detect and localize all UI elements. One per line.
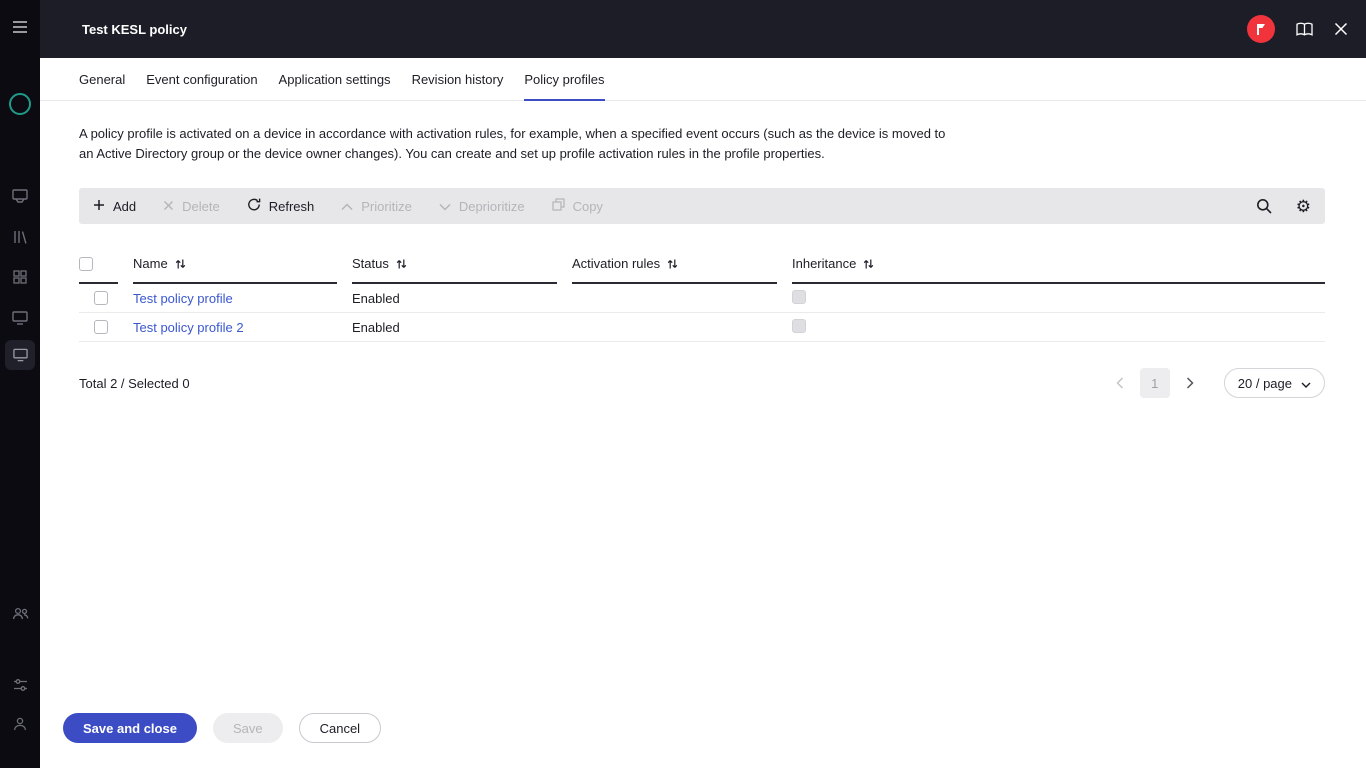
profile-status: Enabled <box>352 320 400 335</box>
column-header-name[interactable]: Name <box>133 248 337 284</box>
column-header-status[interactable]: Status <box>352 248 557 284</box>
help-book-icon[interactable] <box>1295 22 1314 37</box>
pagination: 1 20 / page <box>1108 368 1325 398</box>
tab-general[interactable]: General <box>79 58 125 100</box>
inheritance-checkbox <box>792 290 806 304</box>
table-header-row: Name Status Activation rules Inheri <box>79 248 1325 284</box>
console-settings-icon[interactable] <box>0 678 40 692</box>
chevron-down-icon <box>1301 376 1311 391</box>
dialog-actions: Save and close Save Cancel <box>40 713 1366 768</box>
selection-summary: Total 2 / Selected 0 <box>79 376 190 391</box>
column-header-activation-rules[interactable]: Activation rules <box>572 248 777 284</box>
row-checkbox[interactable] <box>94 291 108 305</box>
refresh-button[interactable]: Refresh <box>247 198 315 214</box>
sort-icon <box>175 258 186 270</box>
active-nav-item[interactable] <box>5 340 35 370</box>
delete-button[interactable]: Delete <box>163 199 220 214</box>
library-icon[interactable] <box>0 230 40 244</box>
add-button[interactable]: Add <box>93 199 136 214</box>
profile-name-link[interactable]: Test policy profile <box>133 291 233 306</box>
chevron-up-icon <box>341 199 353 214</box>
delete-x-icon <box>163 199 174 214</box>
window-title: Test KESL policy <box>82 22 187 37</box>
window-titlebar: Test KESL policy <box>40 0 1366 58</box>
column-header-inheritance[interactable]: Inheritance <box>792 248 1325 284</box>
policy-tabs: General Event configuration Application … <box>40 58 1366 101</box>
profiles-description: A policy profile is activated on a devic… <box>79 124 951 164</box>
copy-button-label: Copy <box>573 199 603 214</box>
product-logo-icon[interactable] <box>0 91 40 117</box>
sidebar-nav <box>0 0 40 768</box>
account-icon[interactable] <box>0 717 40 731</box>
sort-icon <box>396 258 407 270</box>
row-checkbox[interactable] <box>94 320 108 334</box>
prioritize-button-label: Prioritize <box>361 199 412 214</box>
gear-icon[interactable]: ⚙ <box>1296 198 1311 215</box>
profiles-table: Name Status Activation rules Inheri <box>79 248 1325 342</box>
copy-icon <box>552 198 565 214</box>
page-size-value: 20 / page <box>1238 376 1292 391</box>
tab-event-configuration[interactable]: Event configuration <box>146 58 257 100</box>
save-button[interactable]: Save <box>213 713 283 743</box>
monitoring-icon[interactable] <box>0 189 40 204</box>
page-size-select[interactable]: 20 / page <box>1224 368 1325 398</box>
table-footer: Total 2 / Selected 0 1 20 / page <box>79 368 1325 398</box>
plus-icon <box>93 199 105 214</box>
apps-grid-icon[interactable] <box>0 270 40 284</box>
app-window: Test KESL policy General Event configura… <box>0 0 1366 768</box>
add-button-label: Add <box>113 199 136 214</box>
tab-application-settings[interactable]: Application settings <box>279 58 391 100</box>
refresh-button-label: Refresh <box>269 199 315 214</box>
table-row: Test policy profile Enabled <box>79 284 1325 313</box>
save-and-close-button[interactable]: Save and close <box>63 713 197 743</box>
inheritance-checkbox <box>792 319 806 333</box>
profile-status: Enabled <box>352 291 400 306</box>
next-page-icon[interactable] <box>1178 368 1202 398</box>
chevron-down-icon <box>439 199 451 214</box>
profiles-toolbar: Add Delete Refresh Prioritize <box>79 188 1325 224</box>
profile-name-link[interactable]: Test policy profile 2 <box>133 320 244 335</box>
current-page[interactable]: 1 <box>1140 368 1170 398</box>
prev-page-icon[interactable] <box>1108 368 1132 398</box>
refresh-icon <box>247 198 261 214</box>
select-all-checkbox[interactable] <box>79 257 93 271</box>
kaspersky-logo-badge[interactable] <box>1247 15 1275 43</box>
deprioritize-button[interactable]: Deprioritize <box>439 199 525 214</box>
tab-revision-history[interactable]: Revision history <box>412 58 504 100</box>
table-row: Test policy profile 2 Enabled <box>79 313 1325 342</box>
delete-button-label: Delete <box>182 199 220 214</box>
menu-icon[interactable] <box>0 20 40 34</box>
prioritize-button[interactable]: Prioritize <box>341 199 412 214</box>
cancel-button[interactable]: Cancel <box>299 713 381 743</box>
search-icon[interactable] <box>1256 198 1272 214</box>
deprioritize-button-label: Deprioritize <box>459 199 525 214</box>
close-icon[interactable] <box>1334 22 1348 36</box>
sort-icon <box>863 258 874 270</box>
devices-icon[interactable] <box>0 311 40 325</box>
users-icon[interactable] <box>0 607 40 620</box>
sort-icon <box>667 258 678 270</box>
tab-policy-profiles[interactable]: Policy profiles <box>524 58 604 100</box>
copy-button[interactable]: Copy <box>552 198 603 214</box>
